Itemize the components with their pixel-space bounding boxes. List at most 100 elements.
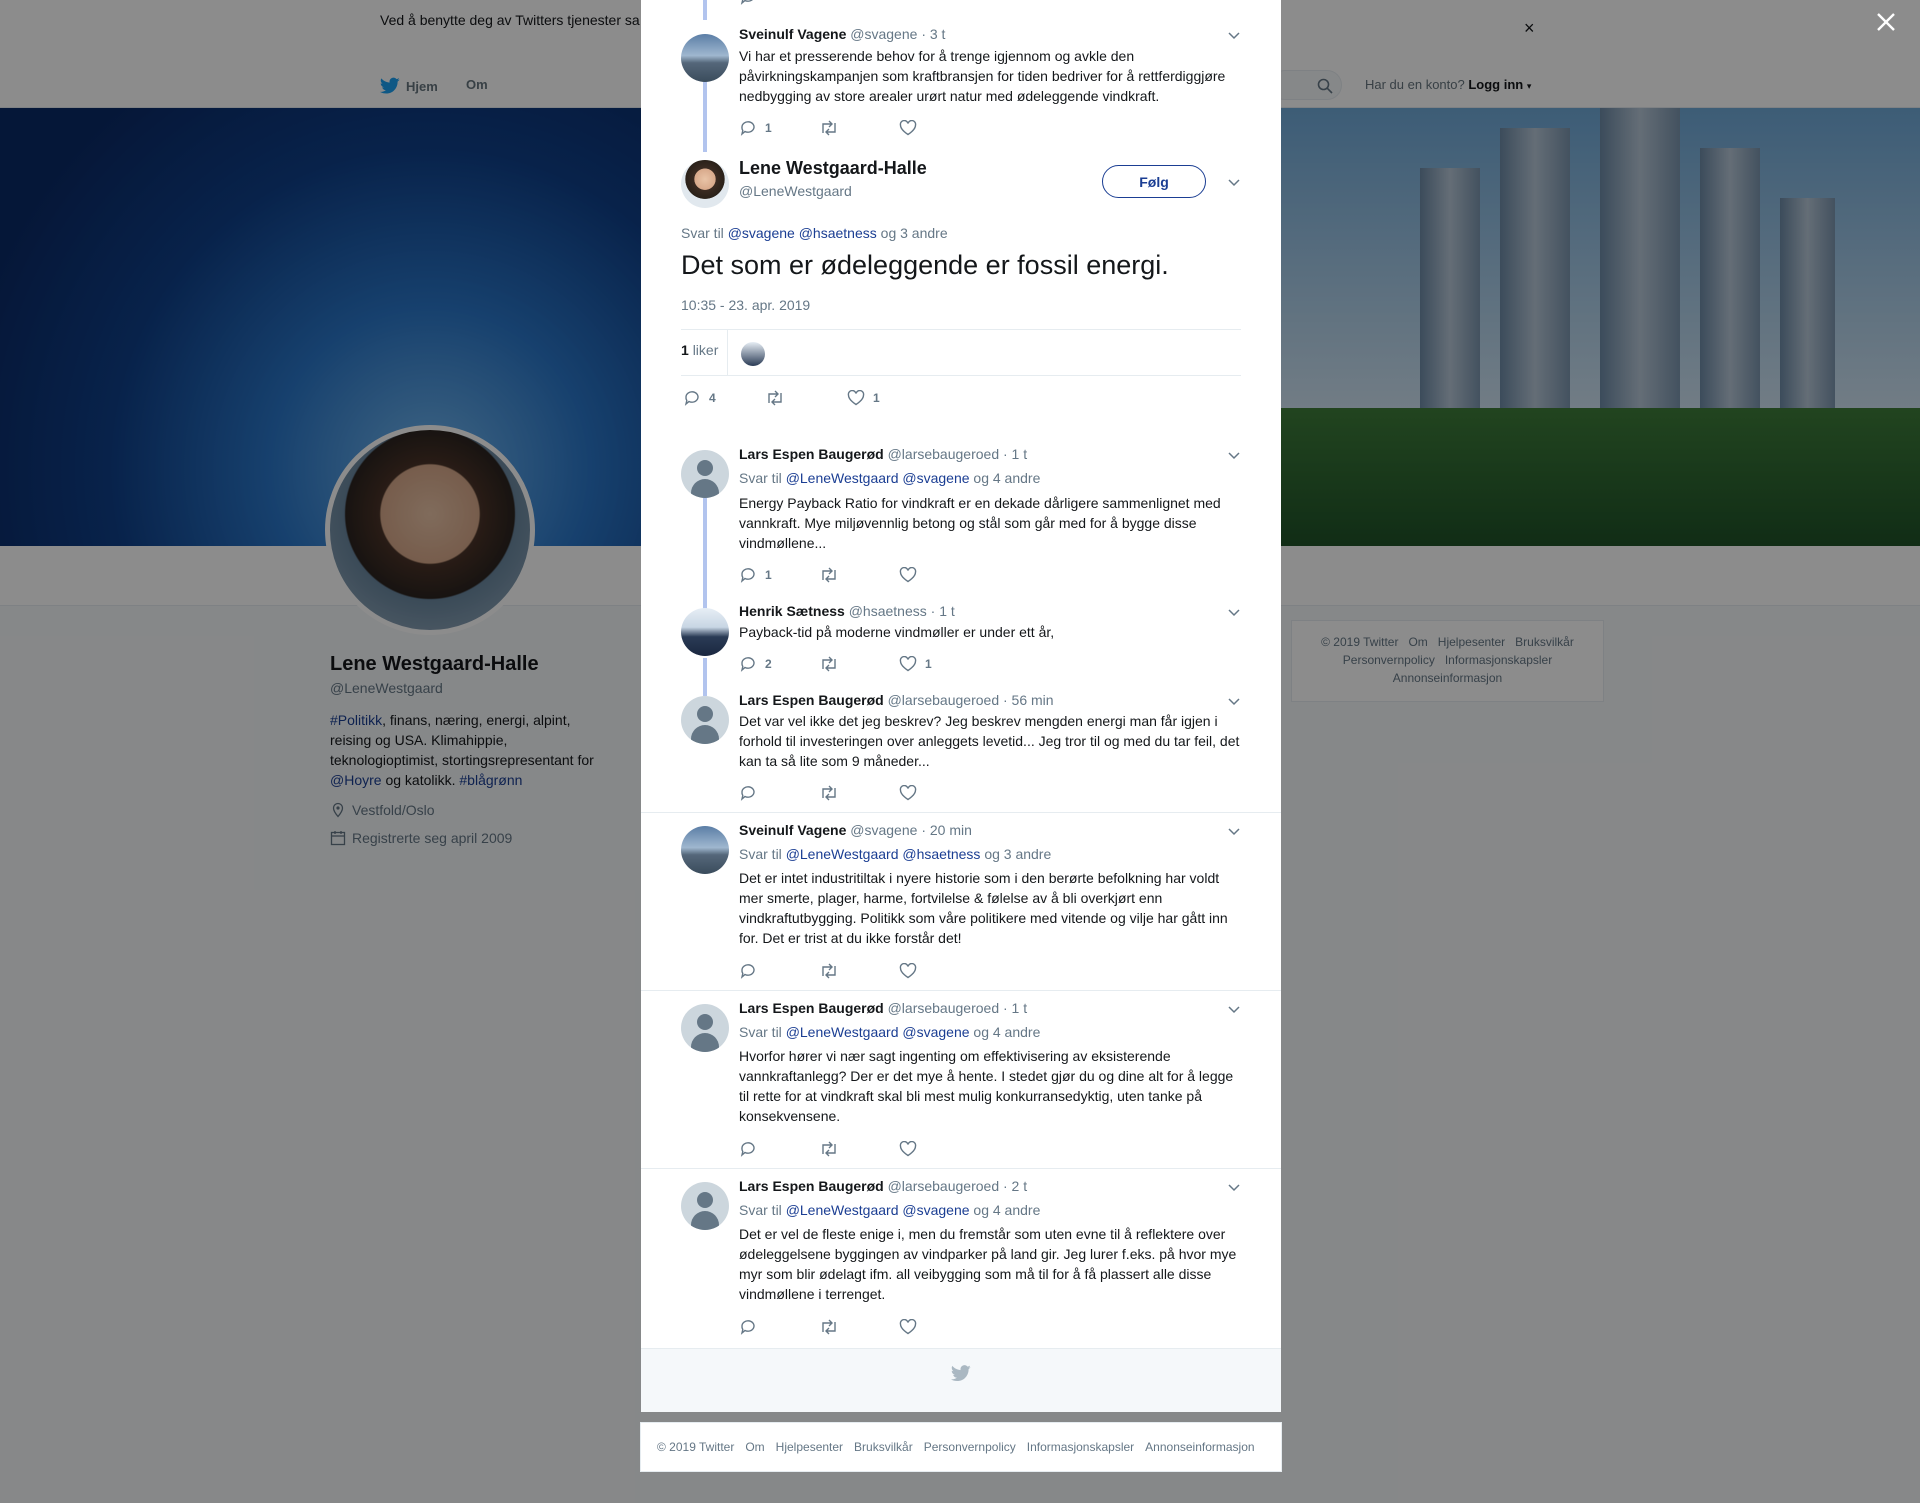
reply-mentions[interactable]: @LeneWestgaard @svagene — [786, 470, 970, 486]
tweet-text: Det var vel ikke det jeg beskrev? Jeg be… — [739, 713, 1240, 769]
reply-button[interactable]: 2 — [739, 655, 819, 673]
tweet-author-handle[interactable]: @svagene — [850, 822, 917, 838]
footer-link[interactable]: Personvernpolicy — [924, 1440, 1016, 1454]
likes-label: liker — [692, 342, 719, 358]
like-button[interactable]: 1 — [847, 389, 929, 407]
reply-button[interactable]: 4 — [683, 389, 765, 407]
reply-button[interactable] — [739, 1140, 819, 1158]
footer-link[interactable]: Informasjonskapsler — [1027, 1440, 1134, 1454]
tweet-author-handle[interactable]: @larsebaugeroed — [888, 446, 1000, 462]
avatar[interactable] — [681, 608, 729, 656]
retweet-button[interactable] — [819, 963, 899, 979]
footer-link[interactable]: Bruksvilkår — [854, 1440, 913, 1454]
tweet-time[interactable]: · 1 t — [1003, 446, 1027, 462]
tweet-actions — [739, 784, 979, 802]
like-button[interactable] — [899, 1319, 979, 1335]
like-icon — [899, 963, 917, 979]
tweet-author-handle[interactable]: @larsebaugeroed — [888, 1000, 1000, 1016]
tweet-header: Sveinulf Vagene @svagene · 20 min — [739, 822, 972, 838]
tweet-time[interactable]: · 20 min — [921, 822, 972, 838]
avatar[interactable] — [681, 1182, 729, 1230]
retweet-button[interactable] — [819, 656, 899, 672]
tweet-author-handle[interactable]: @hsaetness — [849, 603, 927, 619]
like-icon — [899, 1141, 917, 1157]
reply-button[interactable] — [739, 784, 819, 802]
reply-mentions[interactable]: @LeneWestgaard @hsaetness — [786, 846, 981, 862]
tweet-time[interactable]: · 1 t — [931, 603, 955, 619]
reply-icon — [740, 964, 755, 979]
reply-button[interactable]: 1 — [739, 566, 819, 584]
reply-suffix[interactable]: og 4 andre — [973, 1202, 1040, 1218]
thread-end — [641, 1348, 1281, 1412]
avatar[interactable] — [681, 826, 729, 874]
main-reply-context: Svar til @svagene @hsaetness og 3 andre — [681, 225, 948, 241]
retweet-button[interactable] — [819, 567, 899, 583]
tweet-time[interactable]: · 2 t — [1003, 1178, 1027, 1194]
reply-suffix[interactable]: og 4 andre — [973, 470, 1040, 486]
tweet-actions: 1 — [739, 566, 979, 584]
avatar[interactable] — [681, 160, 729, 208]
like-button[interactable] — [899, 785, 979, 801]
tweet-time[interactable]: · 56 min — [1003, 692, 1054, 708]
tweet-author-handle[interactable]: @larsebaugeroed — [888, 1178, 1000, 1194]
chevron-down-icon[interactable] — [1227, 1002, 1241, 1016]
follow-button[interactable]: Følg — [1102, 165, 1206, 198]
footer-link[interactable]: © 2019 Twitter — [657, 1440, 734, 1454]
like-icon — [847, 390, 865, 406]
main-author-name[interactable]: Lene Westgaard-Halle — [739, 158, 927, 179]
reply-button[interactable] — [739, 1318, 819, 1336]
tweet-text: Hvorfor hører vi nær sagt ingenting om e… — [739, 1048, 1234, 1124]
chevron-down-icon[interactable] — [1227, 824, 1241, 838]
like-count: 1 — [873, 391, 880, 405]
chevron-down-icon[interactable] — [1227, 605, 1241, 619]
like-button[interactable] — [899, 567, 979, 583]
liker-avatar[interactable] — [741, 342, 765, 366]
like-icon — [899, 656, 917, 672]
footer-link[interactable]: Om — [745, 1440, 764, 1454]
reply-count: 4 — [709, 391, 716, 405]
reply-mentions[interactable]: @svagene @hsaetness — [728, 225, 877, 241]
reply-mentions[interactable]: @LeneWestgaard @svagene — [786, 1024, 970, 1040]
reply-icon — [740, 568, 755, 583]
chevron-down-icon[interactable] — [1227, 694, 1241, 708]
tweet-author-name[interactable]: Lars Espen Baugerød — [739, 1000, 884, 1016]
tweet-text: Payback-tid på moderne vindmøller er und… — [739, 624, 1055, 640]
chevron-down-icon[interactable] — [1227, 175, 1241, 189]
footer-link[interactable]: Annonseinformasjon — [1145, 1440, 1254, 1454]
avatar[interactable] — [681, 450, 729, 498]
like-button[interactable] — [899, 1141, 979, 1157]
likes-stat[interactable]: 1 liker — [681, 342, 718, 358]
tweet-author-name[interactable]: Lars Espen Baugerød — [739, 692, 884, 708]
tweet-text: Energy Payback Ratio for vindkraft er en… — [739, 495, 1221, 551]
main-author-handle[interactable]: @LeneWestgaard — [739, 183, 852, 199]
reply-suffix[interactable]: og 3 andre — [881, 225, 948, 241]
retweet-button[interactable] — [819, 1319, 899, 1335]
reply-suffix[interactable]: og 3 andre — [984, 846, 1051, 862]
retweet-icon — [822, 567, 836, 583]
main-tweet-timestamp[interactable]: 10:35 - 23. apr. 2019 — [681, 297, 810, 313]
retweet-button[interactable] — [819, 785, 899, 801]
chevron-down-icon[interactable] — [1227, 448, 1241, 462]
like-button[interactable]: 1 — [899, 656, 979, 672]
tweet-author-handle[interactable]: @larsebaugeroed — [888, 692, 1000, 708]
tweet-actions: 2 1 — [739, 655, 979, 673]
main-tweet-text: Det som er ødeleggende er fossil energi. — [681, 250, 1169, 280]
tweet-author-name[interactable]: Henrik Sætness — [739, 603, 845, 619]
tweet-author-name[interactable]: Lars Espen Baugerød — [739, 446, 884, 462]
retweet-button[interactable] — [765, 389, 847, 407]
retweet-button[interactable] — [819, 1141, 899, 1157]
avatar[interactable] — [681, 696, 729, 744]
retweet-icon — [822, 656, 836, 672]
like-button[interactable] — [899, 963, 979, 979]
footer-link[interactable]: Hjelpesenter — [776, 1440, 843, 1454]
tweet-author-name[interactable]: Sveinulf Vagene — [739, 822, 846, 838]
close-icon[interactable] — [1876, 12, 1896, 32]
tweet-time[interactable]: · 1 t — [1003, 1000, 1027, 1016]
avatar[interactable] — [681, 1004, 729, 1052]
reply-button[interactable] — [739, 962, 819, 980]
tweet-author-name[interactable]: Lars Espen Baugerød — [739, 1178, 884, 1194]
reply-mentions[interactable]: @LeneWestgaard @svagene — [786, 1202, 970, 1218]
chevron-down-icon[interactable] — [1227, 1180, 1241, 1194]
reply-suffix[interactable]: og 4 andre — [973, 1024, 1040, 1040]
tweet-header: Henrik Sætness @hsaetness · 1 t — [739, 603, 955, 619]
